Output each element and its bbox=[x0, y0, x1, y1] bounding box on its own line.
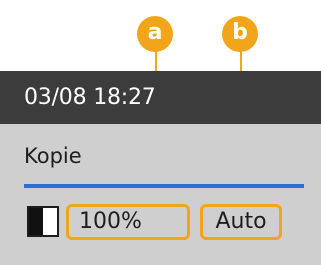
mode-label: Kopie bbox=[24, 144, 82, 168]
copy-panel: Kopie 100% Auto bbox=[0, 124, 321, 265]
datetime-readout: 03/08 18:27 bbox=[24, 85, 156, 110]
zoom-ratio-setting[interactable]: 100% bbox=[66, 204, 190, 240]
callout-a-marker: a bbox=[137, 16, 173, 52]
annotated-screen-figure: a b 03/08 18:27 Kopie 100% Auto bbox=[0, 0, 321, 265]
paper-select-setting[interactable]: Auto bbox=[200, 204, 282, 240]
divider bbox=[24, 184, 304, 188]
status-bar: 03/08 18:27 bbox=[0, 71, 321, 124]
black-half-icon bbox=[29, 208, 43, 235]
device-display: 03/08 18:27 Kopie 100% Auto bbox=[0, 71, 321, 265]
callout-b-marker: b bbox=[222, 16, 258, 52]
color-mode-icon[interactable] bbox=[27, 206, 59, 237]
